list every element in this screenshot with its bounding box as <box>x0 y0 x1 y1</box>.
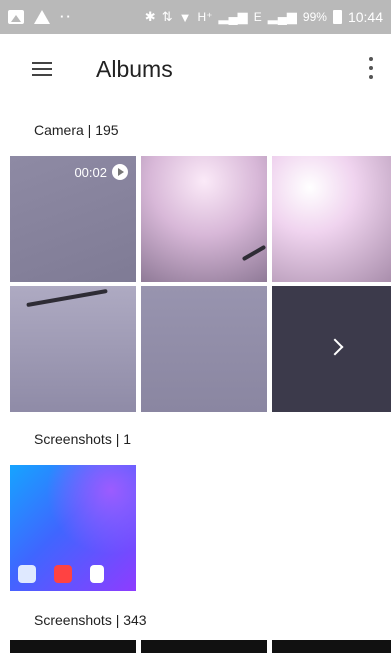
video-app-icon <box>54 565 72 583</box>
status-bar: ·· ✱ ⇅ ▼ H⁺ ▂▄▆ E ▂▄▆ 99% 10:44 <box>0 0 391 34</box>
screenshot-thumbnail[interactable] <box>10 465 136 591</box>
screenshot-thumbnail[interactable] <box>272 640 391 653</box>
camera-photo-thumbnail[interactable] <box>272 156 391 282</box>
signal2-icon: ▂▄▆ <box>267 9 297 24</box>
more-notifications-icon: ·· <box>60 9 73 24</box>
play-store-icon <box>90 565 104 583</box>
play-icon <box>112 164 128 180</box>
app-bar: Albums <box>0 34 391 108</box>
warning-icon <box>34 9 50 24</box>
wifi-icon: ▼ <box>178 9 192 25</box>
browser-app-icon <box>18 565 36 583</box>
screenshot-thumbnail[interactable] <box>141 640 267 653</box>
data-transfer-icon: ⇅ <box>161 9 173 24</box>
screenshot-app-dock <box>18 565 104 583</box>
signal-icon: ▂▄▆ <box>218 9 248 24</box>
overflow-menu-icon[interactable] <box>365 52 377 86</box>
screenshot-thumbnail[interactable] <box>10 640 136 653</box>
camera-photo-thumbnail[interactable] <box>141 286 267 412</box>
video-duration-badge: 00:02 <box>74 164 128 180</box>
album-title-screenshots-2: Screenshots | 343 <box>34 612 147 628</box>
status-right: ✱ ⇅ ▼ H⁺ ▂▄▆ E ▂▄▆ 99% 10:44 <box>145 9 383 25</box>
page-title: Albums <box>96 56 173 82</box>
camera-more-tile[interactable] <box>272 286 391 412</box>
camera-video-thumbnail[interactable]: 00:02 <box>10 156 136 282</box>
clock: 10:44 <box>347 9 383 25</box>
network-type2-label: E <box>253 10 262 24</box>
network-type-label: H⁺ <box>197 10 213 24</box>
menu-icon[interactable] <box>32 62 52 76</box>
chevron-right-icon <box>326 338 344 356</box>
status-left: ·· <box>8 9 73 24</box>
gallery-notification-icon <box>8 9 24 24</box>
album-title-camera: Camera | 195 <box>34 122 119 138</box>
camera-photo-thumbnail[interactable] <box>10 286 136 412</box>
album-title-screenshots: Screenshots | 1 <box>34 431 132 447</box>
camera-photo-thumbnail[interactable] <box>141 156 267 282</box>
battery-percent: 99% <box>302 10 327 24</box>
video-duration: 00:02 <box>74 164 107 180</box>
battery-icon <box>332 10 342 24</box>
bluetooth-icon: ✱ <box>144 9 156 24</box>
